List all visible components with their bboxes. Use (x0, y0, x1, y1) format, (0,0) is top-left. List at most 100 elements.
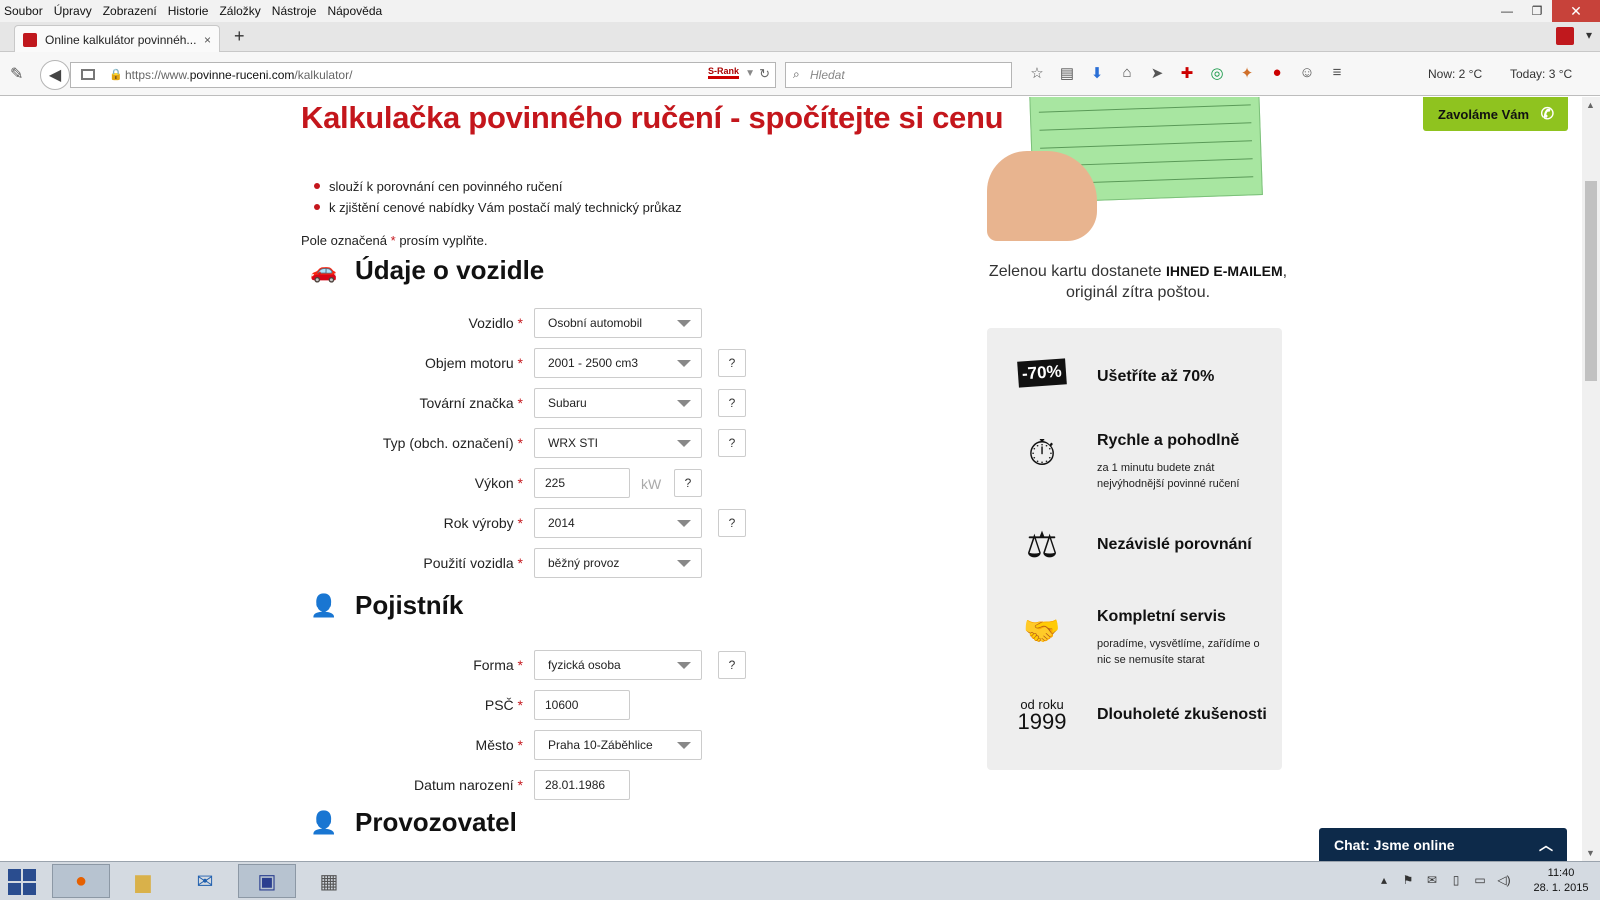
srank-badge[interactable]: S-Rank (707, 66, 739, 79)
menu-file[interactable]: Soubor (4, 4, 43, 18)
calculator-icon: ▦ (319, 870, 339, 893)
start-button[interactable] (8, 869, 36, 895)
help-button[interactable]: ? (718, 349, 746, 377)
person-icon: 👤 (310, 592, 338, 618)
menu-bookmarks[interactable]: Záložky (219, 4, 260, 18)
birthdate-input[interactable]: 28.01.1986 (534, 770, 630, 800)
help-button[interactable]: ? (718, 429, 746, 457)
taskbar-firefox[interactable]: ● (52, 864, 110, 898)
taskbar-clock[interactable]: 11:40 28. 1. 2015 (1528, 866, 1594, 896)
power-input[interactable]: 225 (534, 468, 630, 498)
taskbar-calculator[interactable]: ▦ (300, 864, 358, 898)
clock-time: 11:40 (1547, 867, 1575, 879)
policyholder-section-heading: 👤 Pojistník (301, 590, 463, 621)
chevron-up-icon[interactable]: ︿ (1539, 835, 1553, 855)
help-button[interactable]: ? (674, 469, 702, 497)
download-icon[interactable]: ⬇ (1082, 64, 1112, 82)
uk-flag-icon[interactable]: ✚ (1172, 64, 1202, 82)
brand-select[interactable]: Subaru (534, 388, 702, 418)
chevron-down-icon (677, 662, 691, 669)
benefit-title: Kompletní servis (1097, 608, 1226, 625)
chevron-down-icon (677, 320, 691, 327)
help-button[interactable]: ? (718, 651, 746, 679)
taskbar-save-app[interactable]: ▣ (238, 864, 296, 898)
weather-now[interactable]: Now: 2 °C (1428, 67, 1482, 81)
help-button[interactable]: ? (718, 389, 746, 417)
taskbar-outlook[interactable]: ✉ (176, 864, 234, 898)
scroll-down-icon[interactable]: ▼ (1586, 848, 1595, 858)
restore-button[interactable]: ❐ (1522, 0, 1552, 22)
device-icon[interactable]: ▯ (1444, 873, 1468, 887)
tab-close-icon[interactable]: × (204, 33, 211, 47)
city-select[interactable]: Praha 10-Záběhlice (534, 730, 702, 760)
year-select[interactable]: 2014 (534, 508, 702, 538)
url-dropdown-icon[interactable]: ▼ (745, 68, 755, 79)
menu-history[interactable]: Historie (168, 4, 209, 18)
close-window-button[interactable]: ✕ (1552, 0, 1600, 22)
benefit-title: Rychle a pohodlně (1097, 432, 1240, 449)
addon-icon[interactable]: ✎ (10, 64, 23, 84)
home-icon[interactable]: ⌂ (1112, 64, 1142, 82)
adblock-icon[interactable]: ● (1262, 64, 1292, 82)
field-row-form: Forma * fyzická osoba ? (0, 650, 760, 680)
chat-widget[interactable]: Chat: Jsme online ︿ (1319, 828, 1567, 861)
browser-tab[interactable]: Online kalkulátor povinnéh... × (14, 25, 220, 53)
taskbar-explorer[interactable]: ▆ (114, 864, 172, 898)
vehicle-select[interactable]: Osobní automobil (534, 308, 702, 338)
network-icon[interactable]: ▭ (1468, 873, 1492, 887)
intro-bullets: slouží k porovnání cen povinného ručení … (314, 176, 682, 218)
weather-today[interactable]: Today: 3 °C (1510, 67, 1572, 81)
menu-help[interactable]: Nápověda (327, 4, 382, 18)
benefit-title: Nezávislé porovnání (1097, 536, 1252, 553)
call-me-button[interactable]: Zavoláme Vám ✆ (1423, 97, 1568, 131)
url-prefix: https://www. (125, 68, 190, 82)
field-row-zip: PSČ * 10600 (0, 690, 760, 720)
field-label: PSČ * (484, 697, 523, 713)
page-scrollbar[interactable]: ▲ ▼ (1582, 97, 1600, 861)
reading-list-icon[interactable]: ▤ (1052, 64, 1082, 82)
menu-tools[interactable]: Nástroje (272, 4, 317, 18)
back-button[interactable]: ◀ (40, 60, 70, 90)
menu-view[interactable]: Zobrazení (103, 4, 157, 18)
url-bar[interactable]: 🔒 https://www. povinne-ruceni.com/kalkula… (70, 62, 776, 88)
scroll-up-icon[interactable]: ▲ (1586, 100, 1595, 110)
reload-icon[interactable]: ↻ (759, 66, 770, 82)
extension-icon[interactable] (1556, 27, 1574, 45)
usage-select[interactable]: běžný provoz (534, 548, 702, 578)
chat-label: Chat: Jsme online (1334, 837, 1455, 853)
page-info-icon[interactable] (81, 69, 95, 80)
zip-input[interactable]: 10600 (534, 690, 630, 720)
minimize-button[interactable]: — (1492, 0, 1522, 22)
star-icon[interactable]: ☆ (1022, 64, 1052, 82)
new-tab-button[interactable]: + (234, 26, 245, 47)
tab-list-chevron-icon[interactable]: ▾ (1586, 28, 1592, 42)
send-icon[interactable]: ➤ (1142, 64, 1172, 82)
field-label: Použití vozidla * (423, 555, 523, 571)
addon-puzzle-icon[interactable]: ✦ (1232, 64, 1262, 82)
field-label: Výkon * (474, 475, 523, 491)
tray-expand-icon[interactable]: ▴ (1372, 873, 1396, 887)
menu-icon[interactable]: ≡ (1322, 64, 1352, 82)
field-label: Forma * (473, 657, 523, 673)
url-host: povinne-ruceni.com (189, 68, 295, 82)
volume-icon[interactable]: ◁) (1492, 873, 1516, 887)
legal-form-select[interactable]: fyzická osoba (534, 650, 702, 680)
card-text-comma: , (1282, 263, 1288, 280)
toolbar-icons: ☆ ▤ ⬇ ⌂ ➤ ✚ ◎ ✦ ● ☺ ≡ (1022, 64, 1352, 82)
search-field[interactable]: ⌕ Hledat (785, 62, 1012, 88)
chat-bubble-icon[interactable]: ☺ (1292, 64, 1322, 82)
sync-icon[interactable]: ◎ (1202, 64, 1232, 82)
menu-edit[interactable]: Úpravy (54, 4, 92, 18)
outlook-icon: ✉ (196, 870, 214, 893)
help-button[interactable]: ? (718, 509, 746, 537)
card-text-bold: IHNED E-MAILEM (1165, 263, 1283, 279)
green-card-image (987, 97, 1279, 255)
benefit-subtitle: poradíme, vysvětlíme, zařídíme o nic se … (1097, 638, 1260, 666)
tab-bar: Online kalkulátor povinnéh... × + ▾ (0, 22, 1600, 53)
car-icon: 🚗 (310, 257, 338, 283)
scroll-thumb[interactable] (1585, 181, 1597, 381)
engine-volume-select[interactable]: 2001 - 2500 cm3 (534, 348, 702, 378)
mail-icon[interactable]: ✉ (1420, 873, 1444, 887)
model-type-select[interactable]: WRX STI (534, 428, 702, 458)
flag-icon[interactable]: ⚑ (1396, 873, 1420, 887)
